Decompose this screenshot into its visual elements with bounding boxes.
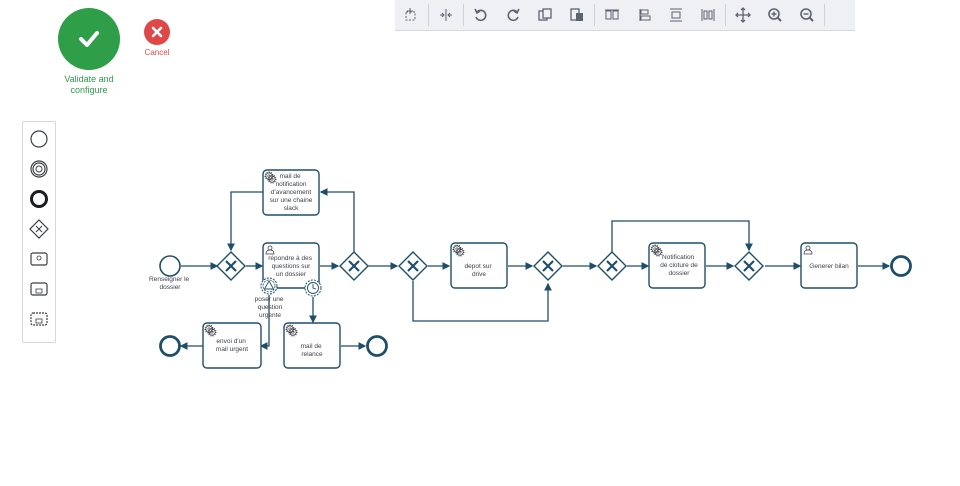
- start-event[interactable]: [159, 255, 181, 277]
- end-event[interactable]: [366, 335, 388, 357]
- task-mail-slack[interactable]: mail de notification d'avancement sur une …: [262, 169, 320, 216]
- task-label: envoi d'un mail urgent: [216, 338, 248, 353]
- task-depot[interactable]: depot sur drive: [450, 242, 508, 289]
- start-event-label: Renseigner le dossier: [149, 276, 191, 291]
- task-label: mail de relance: [301, 343, 324, 358]
- end-event[interactable]: [890, 255, 912, 277]
- task-label: Generer bilan: [809, 263, 849, 270]
- boundary-event-label: poser une question urgente: [255, 296, 286, 319]
- exclusive-gateway[interactable]: [216, 251, 246, 281]
- exclusive-gateway[interactable]: [398, 251, 428, 281]
- exclusive-gateway[interactable]: [533, 251, 563, 281]
- boundary-signal-event[interactable]: [260, 277, 278, 295]
- bpmn-canvas[interactable]: Renseigner le dossier mail de notificati…: [0, 0, 960, 486]
- task-relance[interactable]: mail de relance: [283, 322, 341, 369]
- exclusive-gateway[interactable]: [734, 251, 764, 281]
- exclusive-gateway[interactable]: [339, 251, 369, 281]
- end-event[interactable]: [159, 335, 181, 357]
- task-mail-urgent[interactable]: envoi d'un mail urgent: [202, 322, 262, 369]
- boundary-timer-event[interactable]: [304, 279, 322, 297]
- exclusive-gateway[interactable]: [597, 251, 627, 281]
- task-generer-bilan[interactable]: Generer bilan: [800, 242, 858, 289]
- task-notification-cloture[interactable]: Notification de cloture de dossier: [648, 242, 706, 289]
